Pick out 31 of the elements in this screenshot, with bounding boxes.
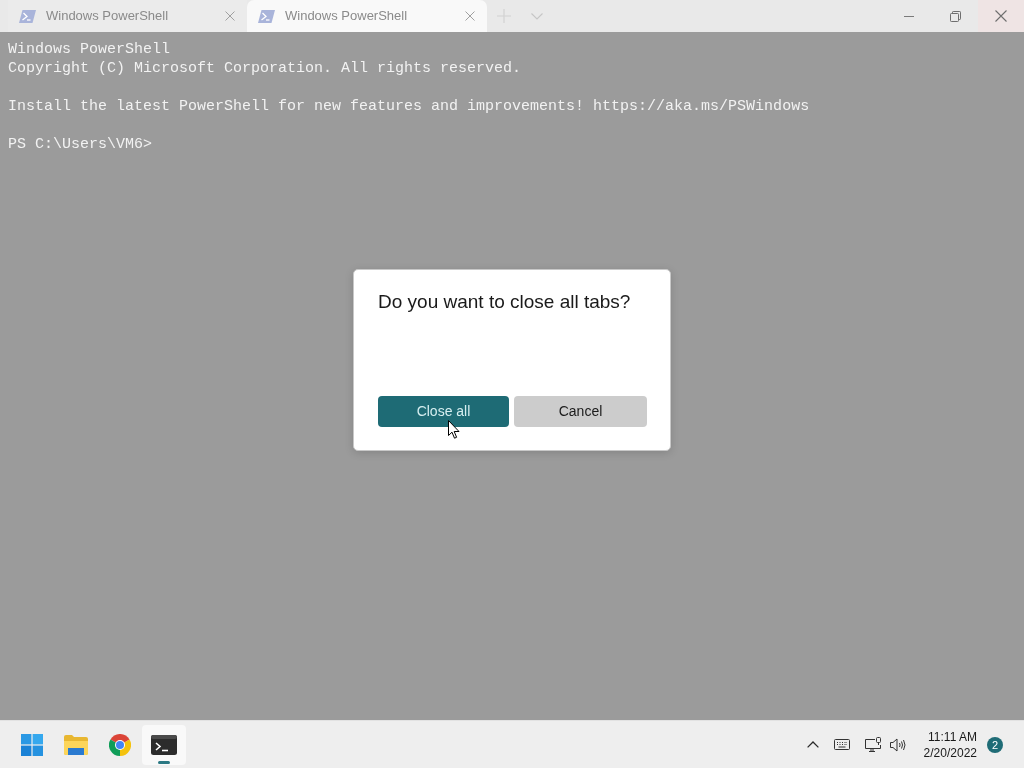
start-icon — [21, 733, 43, 756]
close-icon — [465, 11, 475, 21]
close-tab-button[interactable] — [465, 11, 475, 21]
close-icon — [225, 11, 235, 21]
folder-icon — [64, 734, 88, 755]
browser-icon — [109, 733, 131, 756]
terminal-prompt-icon — [258, 9, 275, 23]
terminal-icon — [151, 734, 177, 755]
notification-count[interactable]: 2 — [987, 736, 1003, 753]
tab[interactable]: Windows PowerShell — [247, 0, 487, 32]
mouse-pointer-icon — [448, 420, 460, 439]
clock-time: 11:11 AM — [928, 728, 977, 745]
chevron-down-icon — [531, 12, 543, 20]
keyboard-icon — [834, 739, 850, 750]
terminal-line: Copyright (C) Microsoft Corporation. All rights reserved. — [8, 59, 522, 78]
terminal-line: Install the latest PowerShell for new features and improvements! https://aka.ms/PSWindows — [8, 97, 810, 116]
close-icon — [995, 10, 1007, 22]
clock-date: 2/20/2022 — [923, 744, 977, 761]
terminal-line: Windows PowerShell — [8, 40, 171, 59]
terminal-prompt-icon — [19, 9, 36, 23]
cancel-button[interactable]: Cancel — [514, 396, 647, 427]
close-all-button[interactable]: Close all — [378, 396, 509, 427]
network-icon — [864, 736, 882, 753]
restore-icon — [949, 10, 961, 22]
chevron-up-icon — [807, 741, 819, 748]
dialog-message: Do you want to close all tabs? — [378, 290, 632, 314]
terminal-line: PS C:\Users\VM6> — [8, 135, 153, 154]
speaker-icon — [889, 737, 907, 752]
minimize-icon — [904, 15, 914, 17]
taskbar-button[interactable] — [142, 724, 186, 765]
close-tab-button[interactable] — [225, 11, 235, 21]
